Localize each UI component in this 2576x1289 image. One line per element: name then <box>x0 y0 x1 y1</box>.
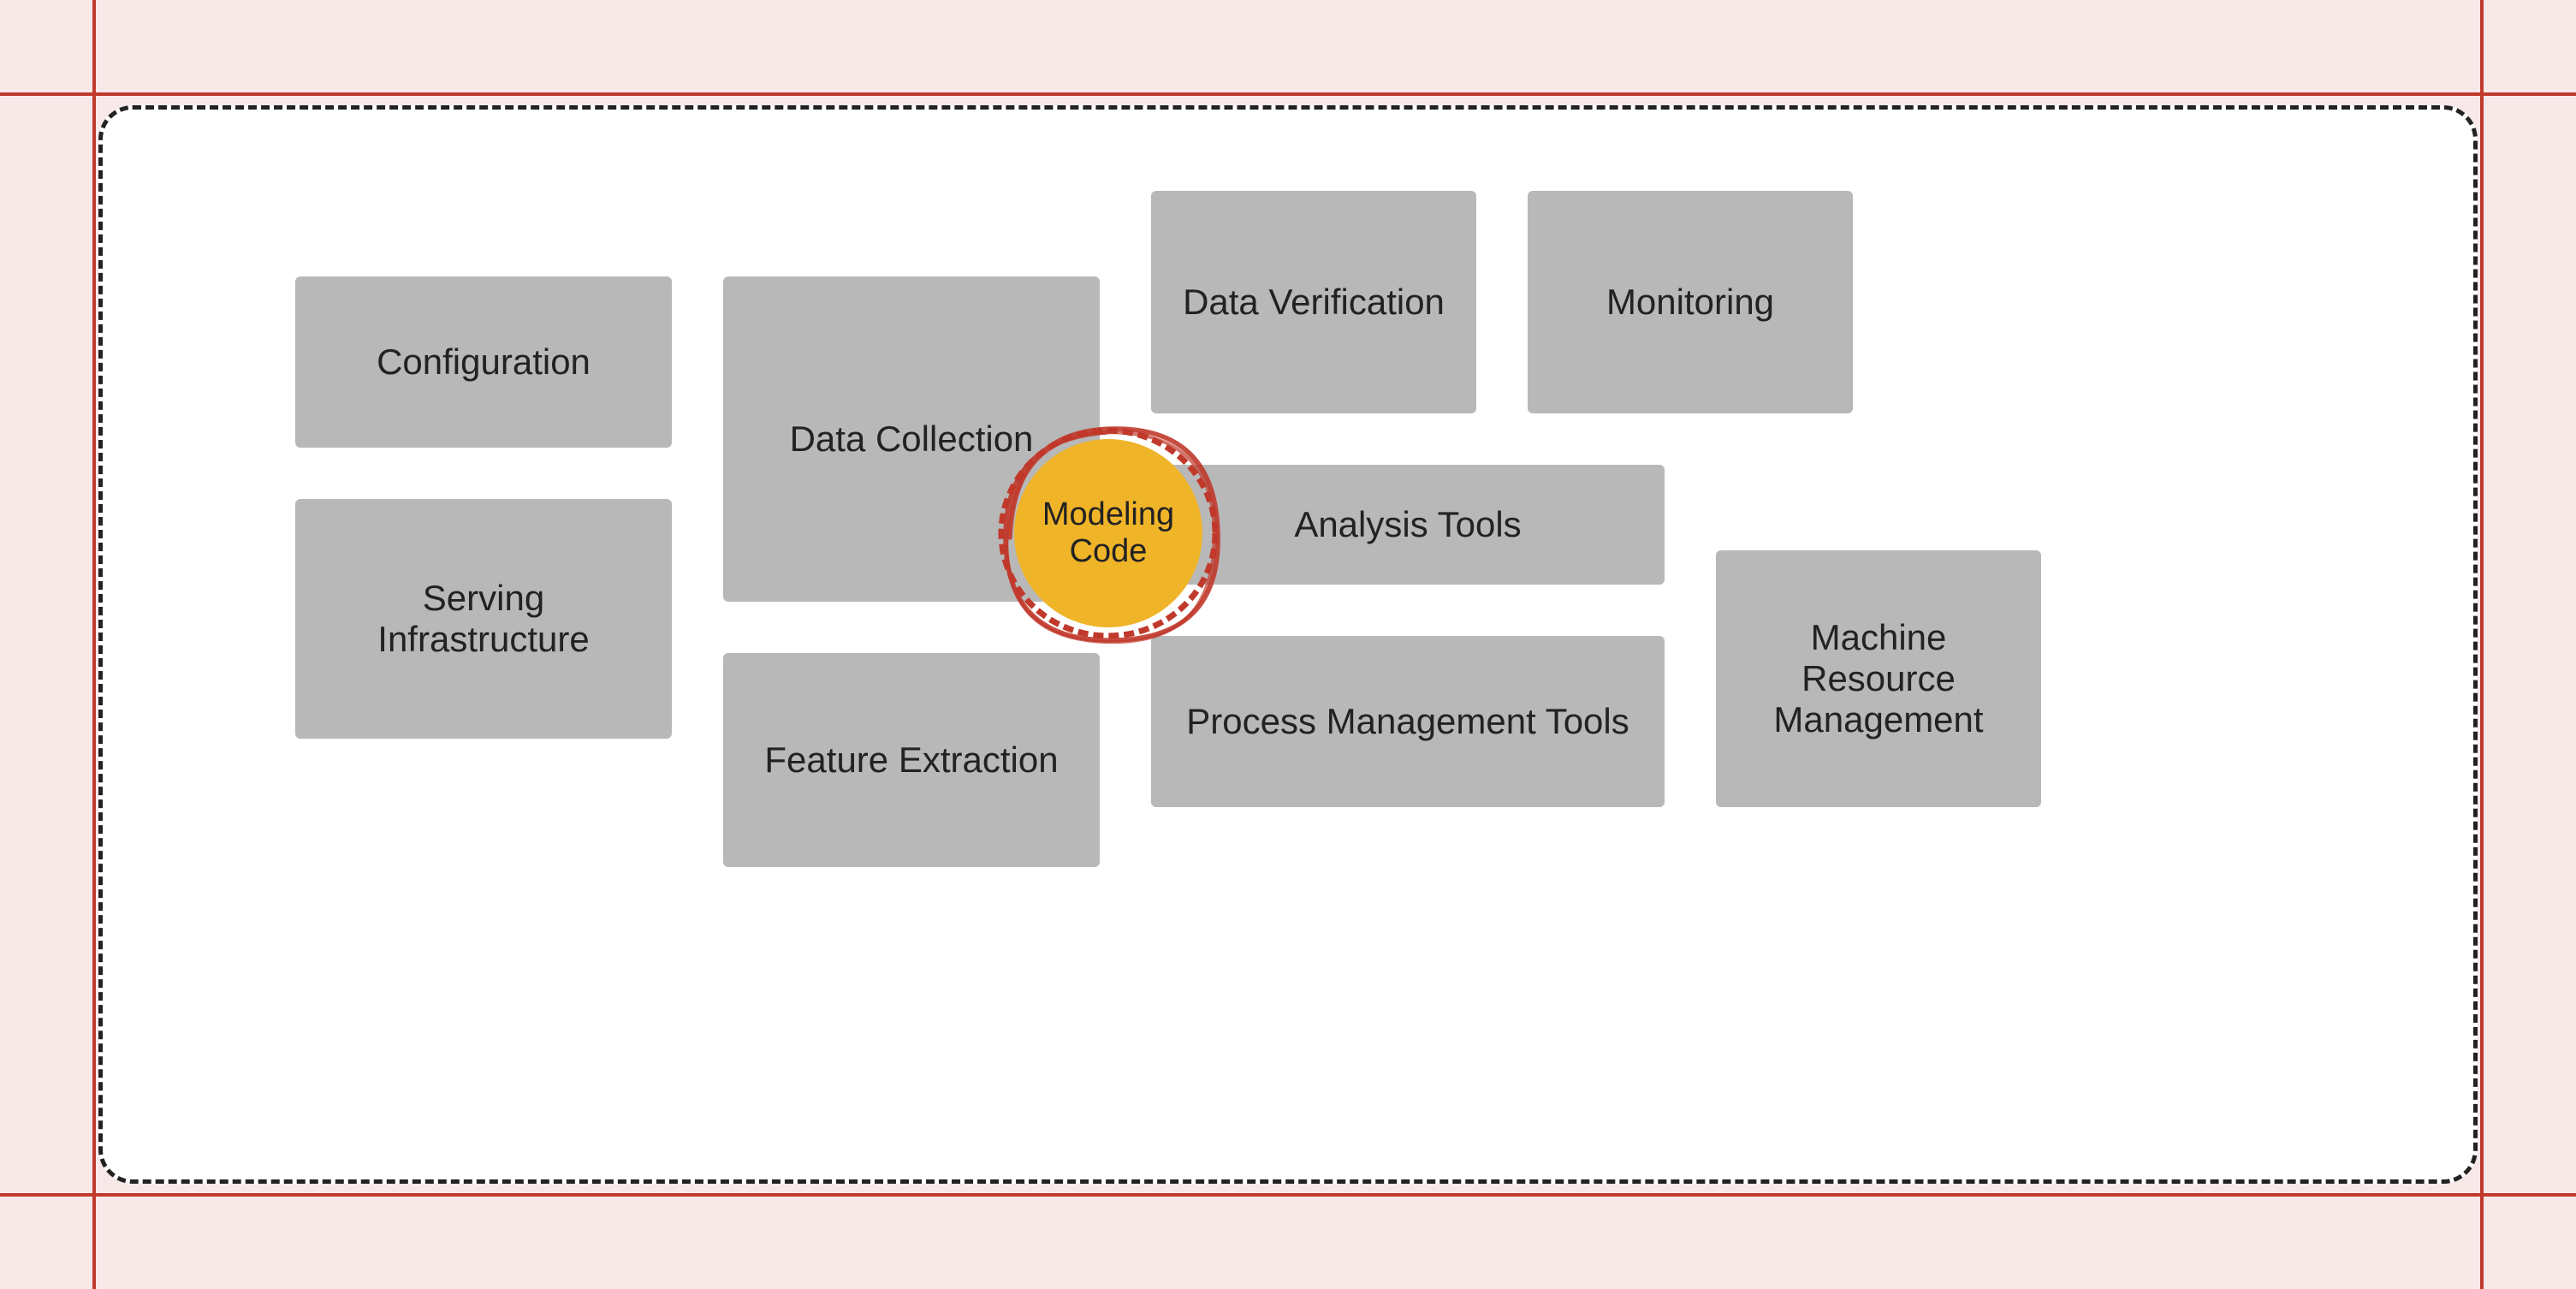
process-management-label: Process Management Tools <box>1186 701 1629 742</box>
red-line-vertical-left <box>92 0 96 1289</box>
serving-infrastructure-label: Serving Infrastructure <box>312 578 655 660</box>
configuration-box: Configuration <box>295 276 672 448</box>
monitoring-box: Monitoring <box>1528 191 1853 413</box>
data-verification-box: Data Verification <box>1151 191 1476 413</box>
data-verification-label: Data Verification <box>1183 282 1445 323</box>
serving-infrastructure-box: Serving Infrastructure <box>295 499 672 739</box>
feature-extraction-box: Feature Extraction <box>723 653 1100 867</box>
analysis-tools-box: Analysis Tools <box>1151 465 1665 585</box>
machine-resource-box: Machine Resource Management <box>1716 550 2041 807</box>
scribble-circle <box>988 413 1228 653</box>
red-line-horizontal-bottom <box>0 1193 2576 1197</box>
main-container: Configuration Serving Infrastructure Dat… <box>98 105 2478 1184</box>
red-line-vertical-right <box>2480 0 2484 1289</box>
red-line-horizontal-top <box>0 92 2576 96</box>
monitoring-label: Monitoring <box>1606 282 1774 323</box>
diagram-area: Configuration Serving Infrastructure Dat… <box>175 174 2401 1115</box>
configuration-label: Configuration <box>377 342 591 383</box>
modeling-code-wrapper: ModelingCode <box>997 422 1220 644</box>
feature-extraction-label: Feature Extraction <box>764 740 1058 781</box>
machine-resource-label: Machine Resource Management <box>1733 617 2024 740</box>
analysis-tools-label: Analysis Tools <box>1294 504 1521 545</box>
process-management-box: Process Management Tools <box>1151 636 1665 807</box>
